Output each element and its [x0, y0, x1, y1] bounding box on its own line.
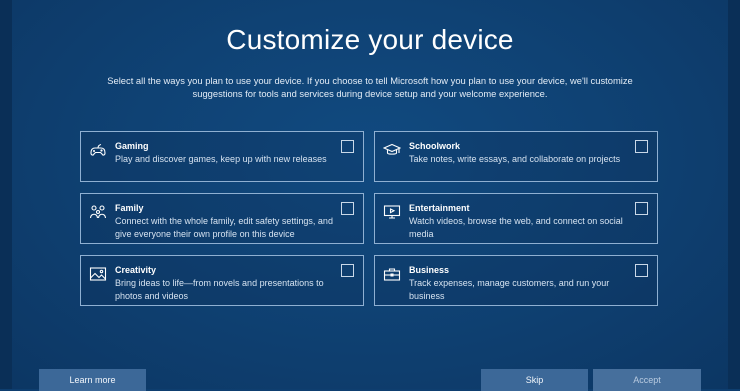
option-title: Schoolwork [409, 141, 461, 151]
option-title: Business [409, 265, 450, 275]
option-checkbox-gaming[interactable] [341, 140, 354, 153]
option-description: Connect with the whole family, edit safe… [115, 216, 333, 239]
learn-more-button[interactable]: Learn more [39, 369, 146, 391]
option-checkbox-entertainment[interactable] [635, 202, 648, 215]
option-title: Gaming [115, 141, 149, 151]
option-card-schoolwork[interactable]: Schoolwork Take notes, write essays, and… [374, 131, 658, 182]
page-title: Customize your device [226, 24, 514, 55]
gamepad-icon [89, 142, 107, 158]
option-title: Family [115, 203, 144, 213]
option-title: Creativity [115, 265, 157, 275]
left-edge [0, 0, 12, 389]
accept-button[interactable]: Accept [593, 369, 701, 391]
option-card-business[interactable]: Business Track expenses, manage customer… [374, 255, 658, 306]
monitor-icon [383, 204, 401, 220]
option-description: Track expenses, manage customers, and ru… [409, 278, 610, 301]
family-icon [89, 204, 107, 220]
briefcase-icon [383, 266, 401, 282]
option-checkbox-schoolwork[interactable] [635, 140, 648, 153]
option-checkbox-family[interactable] [341, 202, 354, 215]
option-title: Entertainment [409, 203, 470, 213]
option-card-entertainment[interactable]: Entertainment Watch videos, browse the w… [374, 193, 658, 244]
setup-screen: Customize your device Select all the way… [0, 0, 740, 391]
graduation-cap-icon [383, 142, 401, 158]
option-checkbox-creativity[interactable] [341, 264, 354, 277]
option-description: Watch videos, browse the web, and connec… [409, 216, 623, 239]
right-edge [728, 0, 740, 389]
option-description: Play and discover games, keep up with ne… [115, 154, 327, 164]
image-icon [89, 266, 107, 282]
option-description: Take notes, write essays, and collaborat… [409, 154, 621, 164]
option-description: Bring ideas to life—from novels and pres… [115, 278, 324, 301]
option-card-family[interactable]: Family Connect with the whole family, ed… [80, 193, 364, 244]
option-checkbox-business[interactable] [635, 264, 648, 277]
page-subtitle: Select all the ways you plan to use your… [107, 75, 633, 99]
option-card-creativity[interactable]: Creativity Bring ideas to life—from nove… [80, 255, 364, 306]
skip-button[interactable]: Skip [481, 369, 588, 391]
option-card-gaming[interactable]: Gaming Play and discover games, keep up … [80, 131, 364, 182]
